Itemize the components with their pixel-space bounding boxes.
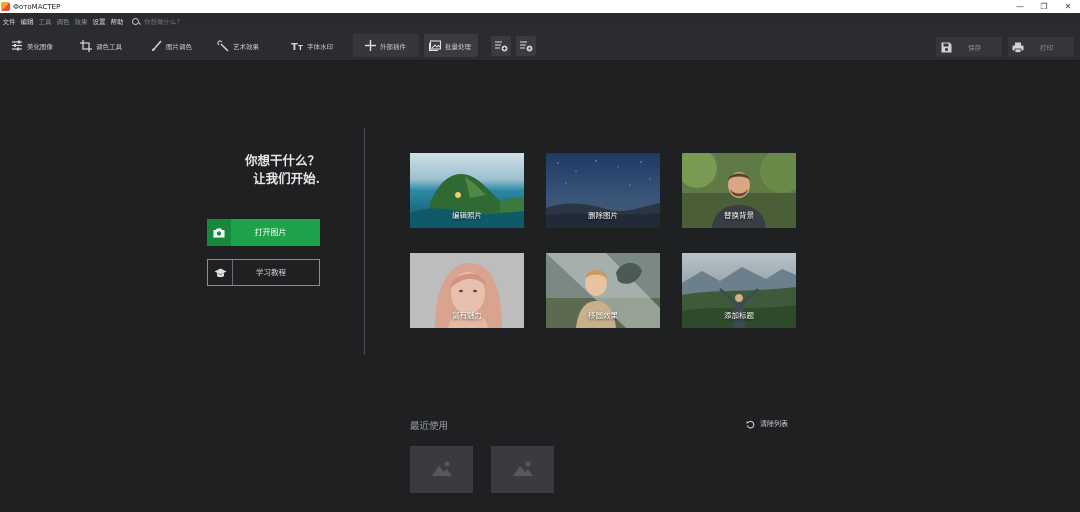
card-add-title-label: 添加标题 bbox=[724, 311, 754, 320]
tab-crop-label: 调色工具 bbox=[96, 42, 122, 51]
card-edit-photo[interactable]: 编辑照片 bbox=[410, 153, 524, 228]
main-toolbar: 美化图像 调色工具 图片调色 艺术效果 TT 字体水印 外部插件 批量处理 保存… bbox=[0, 29, 1080, 61]
clear-list-button[interactable]: 清除列表 bbox=[746, 419, 788, 429]
list-add-icon bbox=[494, 37, 508, 56]
tab-enhance-label: 美化图像 bbox=[27, 42, 53, 51]
open-image-button[interactable]: 打开图片 bbox=[207, 219, 320, 246]
print-label: 打印 bbox=[1040, 44, 1053, 52]
menu-edit[interactable]: 编辑 bbox=[18, 16, 36, 26]
recent-thumbnail-2[interactable] bbox=[491, 446, 554, 493]
app-window: ФотоМАСТЕР — ❐ ✕ 文件 编辑 工具 调色 效果 设置 帮助 你想… bbox=[0, 0, 1080, 512]
tab-color-label: 图片调色 bbox=[166, 42, 192, 51]
menu-help[interactable]: 帮助 bbox=[108, 16, 126, 26]
title-bar: ФотоМАСТЕР — ❐ ✕ bbox=[0, 0, 1080, 13]
card-remove-image-label: 删除图片 bbox=[588, 211, 618, 220]
card-add-title[interactable]: 添加标题 bbox=[682, 253, 796, 328]
undo-icon bbox=[746, 420, 755, 429]
vertical-divider bbox=[364, 128, 365, 355]
card-glamour-label: 富有魅力 bbox=[452, 311, 482, 320]
batch-label: 批量处理 bbox=[445, 42, 471, 51]
card-edit-photo-label: 编辑照片 bbox=[452, 211, 482, 220]
svg-text:T: T bbox=[291, 42, 298, 51]
card-replace-background-label: 替换背景 bbox=[724, 211, 754, 220]
magic-wand-icon bbox=[216, 39, 230, 53]
brush-icon bbox=[149, 39, 163, 53]
image-placeholder-icon bbox=[512, 460, 533, 480]
tab-plugins[interactable]: 外部插件 bbox=[353, 34, 419, 57]
welcome-line-1: 你想干什么？ bbox=[244, 153, 320, 168]
menu-color[interactable]: 调色 bbox=[54, 16, 72, 26]
card-replace-background[interactable]: 替换背景 bbox=[682, 153, 796, 228]
clear-list-label: 清除列表 bbox=[760, 420, 788, 428]
minimize-button[interactable]: — bbox=[1008, 0, 1032, 13]
text-icon: TT bbox=[290, 39, 304, 53]
tab-art-label: 艺术效果 bbox=[233, 42, 259, 51]
recent-thumbnail-1[interactable] bbox=[410, 446, 473, 493]
welcome-heading: 你想干什么？ 让我们开始. bbox=[200, 152, 320, 188]
tutorial-button[interactable]: 学习教程 bbox=[207, 259, 320, 286]
tab-text-label: 字体水印 bbox=[307, 42, 333, 51]
close-button[interactable]: ✕ bbox=[1056, 0, 1080, 13]
tab-text[interactable]: TT 字体水印 bbox=[290, 34, 348, 57]
graduation-cap-icon bbox=[208, 260, 233, 285]
tab-art[interactable]: 艺术效果 bbox=[216, 34, 278, 57]
card-vignette-label: 移圆效果 bbox=[588, 311, 618, 320]
open-image-label: 打开图片 bbox=[254, 228, 287, 237]
image-placeholder-icon bbox=[431, 460, 452, 480]
plus-icon bbox=[363, 39, 377, 53]
tab-crop[interactable]: 调色工具 bbox=[79, 34, 139, 57]
sliders-icon bbox=[10, 39, 24, 53]
list-settings-button[interactable] bbox=[516, 36, 536, 56]
printer-icon bbox=[1008, 42, 1028, 53]
crop-icon bbox=[79, 39, 93, 53]
camera-icon bbox=[207, 219, 231, 246]
tab-plugins-label: 外部插件 bbox=[380, 42, 406, 51]
list-settings-icon bbox=[519, 37, 533, 56]
recent-title: 最近使用 bbox=[410, 421, 449, 432]
menu-file[interactable]: 文件 bbox=[0, 16, 18, 26]
menu-search[interactable]: 你想做什么？ bbox=[132, 16, 183, 26]
save-label: 保存 bbox=[968, 44, 981, 52]
save-button[interactable]: 保存 bbox=[936, 37, 1002, 57]
menu-effects[interactable]: 效果 bbox=[72, 16, 90, 26]
svg-text:T: T bbox=[298, 44, 303, 51]
menu-bar: 文件 编辑 工具 调色 效果 设置 帮助 你想做什么？ bbox=[0, 13, 1080, 29]
batch-button[interactable]: 批量处理 bbox=[424, 34, 478, 57]
print-button[interactable]: 打印 bbox=[1008, 37, 1074, 57]
welcome-line-2: 让我们开始. bbox=[253, 171, 320, 186]
search-placeholder: 你想做什么？ bbox=[144, 18, 183, 26]
window-controls: — ❐ ✕ bbox=[1008, 0, 1080, 13]
restore-button[interactable]: ❐ bbox=[1032, 0, 1056, 13]
tab-enhance[interactable]: 美化图像 bbox=[10, 34, 68, 57]
save-icon bbox=[936, 42, 956, 53]
search-icon bbox=[132, 17, 139, 25]
app-logo-icon bbox=[1, 2, 10, 11]
menu-settings[interactable]: 设置 bbox=[90, 16, 108, 26]
window-title: ФотоМАСТЕР bbox=[13, 2, 61, 11]
card-remove-image[interactable]: 删除图片 bbox=[546, 153, 660, 228]
menu-tools[interactable]: 工具 bbox=[36, 16, 54, 26]
tab-color[interactable]: 图片调色 bbox=[149, 34, 209, 57]
list-add-button[interactable] bbox=[491, 36, 511, 56]
tutorial-label: 学习教程 bbox=[256, 268, 286, 277]
card-vignette[interactable]: 移圆效果 bbox=[546, 253, 660, 328]
batch-images-icon bbox=[428, 39, 442, 53]
card-glamour[interactable]: 富有魅力 bbox=[410, 253, 524, 328]
